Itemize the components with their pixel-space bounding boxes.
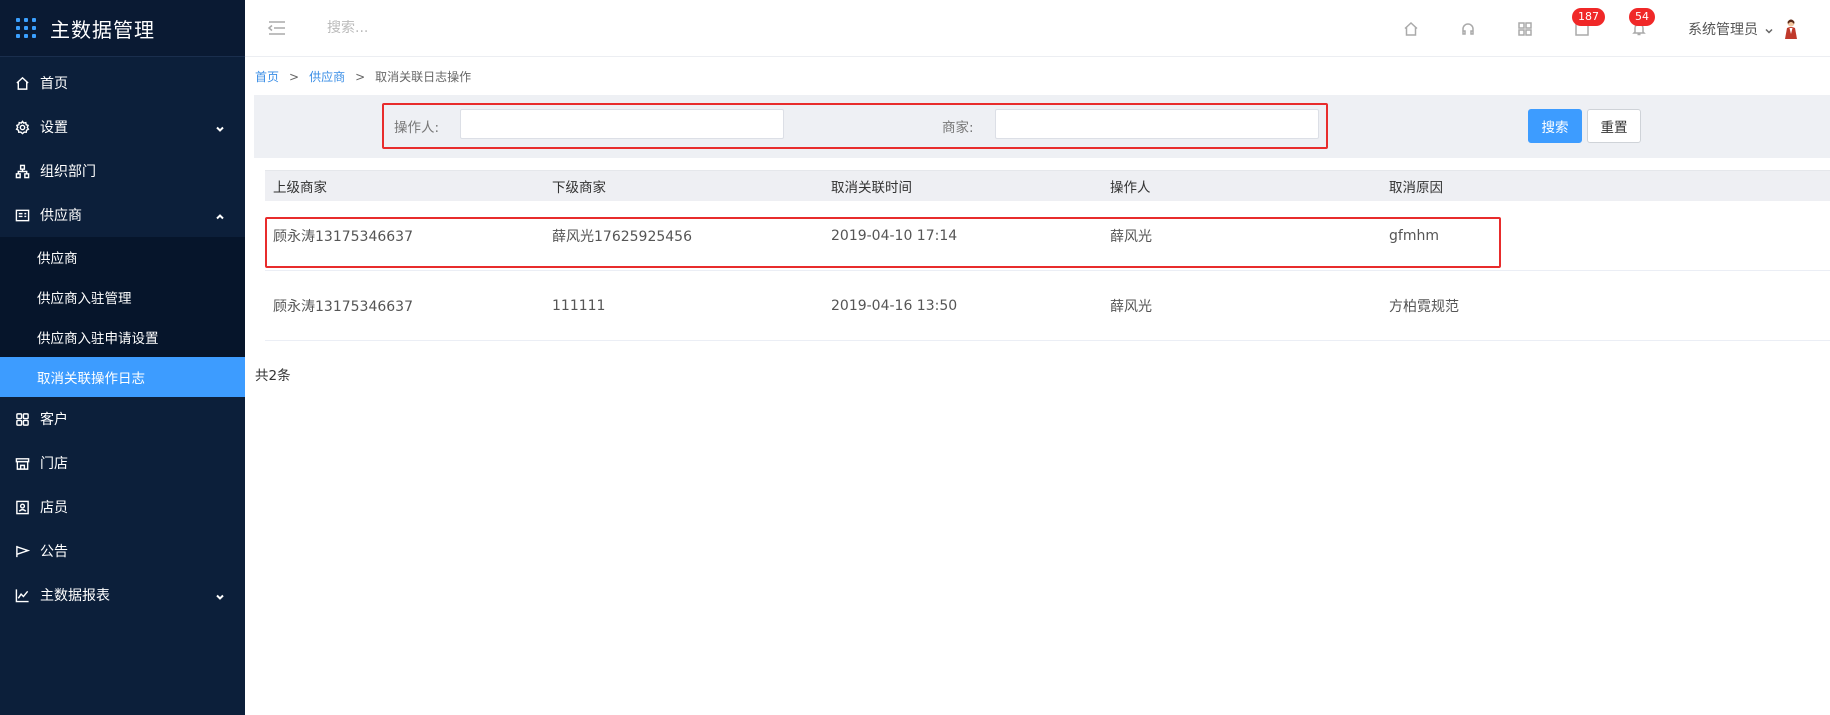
chevron-down-icon xyxy=(1764,24,1774,34)
supplier-submenu: 供应商 供应商入驻管理 供应商入驻申请设置 取消关联操作日志 xyxy=(0,237,245,397)
chevron-down-icon xyxy=(215,122,225,132)
sidebar-item-settings[interactable]: 设置 xyxy=(0,105,245,149)
submenu-item-onboarding[interactable]: 供应商入驻管理 xyxy=(0,277,245,317)
announcement-icon xyxy=(14,543,30,559)
apps-grid-icon[interactable] xyxy=(1517,21,1533,37)
sidebar-item-label: 门店 xyxy=(40,456,68,472)
sidebar-item-announcement[interactable]: 公告 xyxy=(0,529,245,573)
operator-label: 操作人: xyxy=(394,120,440,136)
sidebar-item-label: 设置 xyxy=(40,120,68,136)
avatar xyxy=(1785,19,1797,39)
sidebar-item-label: 组织部门 xyxy=(40,164,96,180)
sidebar-item-staff[interactable]: 店员 xyxy=(0,485,245,529)
bell-icon[interactable]: 54 xyxy=(1629,7,1655,37)
app-logo[interactable]: 主数据管理 xyxy=(0,0,245,57)
breadcrumb-separator: > xyxy=(355,69,366,84)
sidebar-item-home[interactable]: 首页 xyxy=(0,61,245,105)
gear-icon xyxy=(14,119,30,135)
message-icon[interactable]: 187 xyxy=(1572,7,1605,37)
sidebar-item-label: 首页 xyxy=(40,76,68,92)
home-icon[interactable] xyxy=(1403,21,1419,37)
merchant-label: 商家: xyxy=(942,120,974,136)
breadcrumb-separator: > xyxy=(289,69,300,84)
grid-dots-icon xyxy=(16,18,36,38)
submenu-item-supplier[interactable]: 供应商 xyxy=(0,237,245,277)
column-header: 下级商家 xyxy=(552,180,606,196)
message-count-badge: 187 xyxy=(1572,7,1605,26)
staff-icon xyxy=(14,499,30,515)
column-header: 取消原因 xyxy=(1389,180,1443,196)
table-cell: 薛风光 xyxy=(1110,298,1152,315)
sidebar-item-label: 公告 xyxy=(40,544,68,560)
chevron-up-icon xyxy=(215,210,225,220)
menu-toggle-icon[interactable] xyxy=(267,18,287,38)
merchant-input[interactable] xyxy=(995,109,1319,139)
submenu-item-unlink-log[interactable]: 取消关联操作日志 xyxy=(0,357,245,397)
sidebar-item-customer[interactable]: 客户 xyxy=(0,397,245,441)
unlink-log-table: 上级商家 下级商家 取消关联时间 操作人 取消原因 顾永涛13175346637… xyxy=(265,170,1830,341)
app-title: 主数据管理 xyxy=(50,17,155,42)
user-name: 系统管理员 xyxy=(1688,21,1758,38)
sidebar-item-store[interactable]: 门店 xyxy=(0,441,245,485)
sidebar-item-supplier[interactable]: 供应商 xyxy=(0,193,245,237)
header-actions: 187 54 系统管理员 xyxy=(1403,0,1830,57)
headset-icon[interactable] xyxy=(1460,21,1476,37)
submenu-item-onboarding-settings[interactable]: 供应商入驻申请设置 xyxy=(0,317,245,357)
column-header: 取消关联时间 xyxy=(831,180,912,196)
sidebar-item-label: 店员 xyxy=(40,500,68,516)
table-row[interactable]: 顾永涛13175346637 111111 2019-04-16 13:50 薛… xyxy=(265,271,1830,341)
total-count: 共2条 xyxy=(255,368,291,384)
user-menu[interactable]: 系统管理员 xyxy=(1688,18,1800,40)
breadcrumb-current: 取消关联日志操作 xyxy=(375,70,472,84)
org-tree-icon xyxy=(14,163,30,179)
table-cell: 方柏霓规范 xyxy=(1389,298,1459,315)
sidebar-item-org[interactable]: 组织部门 xyxy=(0,149,245,193)
store-icon xyxy=(14,455,30,471)
table-row[interactable]: 顾永涛13175346637 薛风光17625925456 2019-04-10… xyxy=(265,201,1830,271)
supplier-icon xyxy=(14,207,30,223)
table-header: 上级商家 下级商家 取消关联时间 操作人 取消原因 xyxy=(265,170,1830,201)
reset-button[interactable]: 重置 xyxy=(1587,109,1641,143)
notification-count-badge: 54 xyxy=(1629,7,1655,26)
customer-icon xyxy=(14,411,30,427)
operator-input[interactable] xyxy=(460,109,784,139)
table-cell: 2019-04-16 13:50 xyxy=(831,297,958,314)
search-input[interactable] xyxy=(327,20,527,36)
row-highlight-box xyxy=(265,217,1501,268)
sidebar-item-label: 供应商 xyxy=(40,208,82,224)
home-icon xyxy=(14,75,30,91)
table-cell: 111111 xyxy=(552,297,606,314)
sidebar-item-label: 主数据报表 xyxy=(40,588,110,604)
sidebar: 主数据管理 首页 设置 组织部门 供应商 供应商 供应商入驻管理 供应商入驻申请… xyxy=(0,0,245,715)
sidebar-item-label: 客户 xyxy=(40,412,68,428)
filter-panel: 操作人: 商家: 搜索 重置 xyxy=(254,95,1830,158)
column-header: 上级商家 xyxy=(273,180,327,196)
breadcrumb: 首页 > 供应商 > 取消关联日志操作 xyxy=(255,68,471,85)
breadcrumb-home[interactable]: 首页 xyxy=(255,68,279,85)
breadcrumb-supplier[interactable]: 供应商 xyxy=(309,68,345,85)
chevron-down-icon xyxy=(215,590,225,600)
search-button[interactable]: 搜索 xyxy=(1528,109,1582,143)
column-header: 操作人 xyxy=(1110,180,1151,196)
table-cell: 顾永涛13175346637 xyxy=(273,298,413,315)
sidebar-item-reports[interactable]: 主数据报表 xyxy=(0,573,245,617)
chart-line-icon xyxy=(14,587,30,603)
top-header: 187 54 系统管理员 xyxy=(245,0,1830,57)
